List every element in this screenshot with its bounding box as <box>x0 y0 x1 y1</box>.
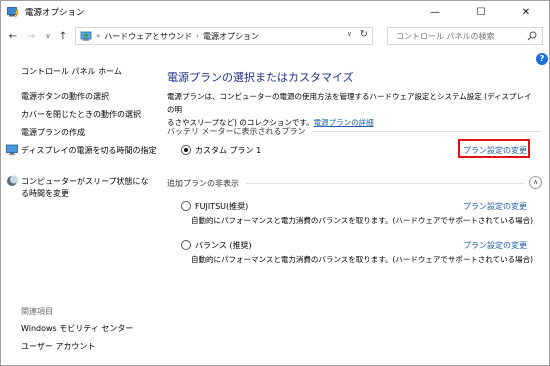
window-title: 電源オプション <box>25 8 85 18</box>
sidebar-item-power-button-action[interactable]: 電源ボタンの動作の選択 <box>21 91 109 102</box>
sidebar-item-display-off-time[interactable]: ディスプレイの電源を切る時間の指定 <box>21 145 156 156</box>
help-icon[interactable]: ? <box>536 53 548 65</box>
page-description: 電源プランは、コンピューターの電源の使用方法を管理するハードウェア設定とシステム… <box>167 90 539 129</box>
plan-description-balanced: 自動的にパフォーマンスと電力消費のバランスを取ります。(ハードウェアでサポートさ… <box>191 255 534 264</box>
title-bar: 電源オプション — ☐ ✕ <box>1 1 549 23</box>
plan-description-fujitsu: 自動的にパフォーマンスと電力消費のバランスを取ります。(ハードウェアでサポートさ… <box>191 216 534 225</box>
search-input[interactable] <box>396 31 526 41</box>
power-plan-details-link[interactable]: 電源プランの詳細 <box>314 118 374 127</box>
plan-radio-balanced[interactable] <box>181 240 191 250</box>
breadcrumb-separator[interactable]: › <box>196 32 199 40</box>
battery-meter-section-title: バッテリ メーターに表示されるプラン <box>167 127 306 136</box>
related-section-title: 関連項目 <box>21 307 53 316</box>
breadcrumb-overflow[interactable]: « <box>96 32 100 40</box>
power-options-icon <box>7 7 19 18</box>
recent-locations-chevron-icon[interactable]: ∨ <box>40 27 56 45</box>
maximize-button[interactable]: ☐ <box>458 1 504 23</box>
monitor-icon <box>6 144 18 156</box>
main-content: ? 電源プランの選択またはカスタマイズ 電源プランは、コンピューターの電源の使用… <box>151 49 549 365</box>
sidebar: コントロール パネル ホーム 電源ボタンの動作の選択 カバーを閉じたときの動作の… <box>1 49 156 365</box>
change-plan-settings-link-fujitsu[interactable]: プラン設定の変更 <box>463 201 527 212</box>
sidebar-item-user-accounts[interactable]: ユーザー アカウント <box>21 341 95 352</box>
battery-section-divider <box>311 131 541 132</box>
control-panel-icon <box>80 31 92 41</box>
page-title: 電源プランの選択またはカスタマイズ <box>167 71 354 84</box>
plan-radio-custom[interactable] <box>181 145 191 155</box>
description-line-1: 電源プランは、コンピューターの電源の使用方法を管理するハードウェア設定とシステム… <box>167 92 532 114</box>
plan-radio-fujitsu[interactable] <box>181 201 191 211</box>
back-arrow-icon[interactable]: ← <box>5 27 21 45</box>
search-icon[interactable] <box>527 31 537 41</box>
navigation-bar: ← → ∨ ↑ « ハードウェアとサウンド › 電源オプション ∨ ↻ <box>1 25 549 47</box>
plan-name-balanced: バランス (推奨) <box>195 241 252 250</box>
highlight-box <box>458 139 530 158</box>
sidebar-item-control-panel-home[interactable]: コントロール パネル ホーム <box>21 66 122 77</box>
sidebar-item-sleep-time[interactable]: コンピューターがスリープ状態にな <box>21 176 149 187</box>
close-button[interactable]: ✕ <box>503 1 549 23</box>
breadcrumb-hardware-sound[interactable]: ハードウェアとサウンド <box>104 31 192 42</box>
up-arrow-icon[interactable]: ↑ <box>55 27 71 45</box>
refresh-icon[interactable]: ↻ <box>360 29 368 40</box>
sidebar-item-sleep-time-line2[interactable]: る時間を変更 <box>21 188 69 199</box>
hidden-section-divider <box>246 183 524 184</box>
sidebar-item-mobility-center[interactable]: Windows モビリティ センター <box>21 323 133 334</box>
breadcrumb-power-options[interactable]: 電源オプション <box>203 31 259 42</box>
address-dropdown-chevron-icon[interactable]: ∨ <box>347 30 352 38</box>
plan-name-custom: カスタム プラン 1 <box>195 146 262 155</box>
moon-icon <box>7 175 18 186</box>
sidebar-item-create-power-plan[interactable]: 電源プランの作成 <box>21 127 85 138</box>
collapse-chevron-icon[interactable]: ∧ <box>529 176 542 189</box>
search-box[interactable] <box>387 27 543 45</box>
forward-arrow-icon[interactable]: → <box>23 27 39 45</box>
plan-name-fujitsu: FUJITSU(推奨) <box>195 202 249 211</box>
sidebar-item-lid-close-action[interactable]: カバーを閉じたときの動作の選択 <box>21 109 141 120</box>
power-options-window: 電源オプション — ☐ ✕ ← → ∨ ↑ « ハードウェアとサウンド › 電源… <box>0 0 550 366</box>
address-bar[interactable]: « ハードウェアとサウンド › 電源オプション ∨ ↻ <box>75 27 373 45</box>
minimize-button[interactable]: — <box>412 1 458 23</box>
change-plan-settings-link-balanced[interactable]: プラン設定の変更 <box>463 240 527 251</box>
hidden-plans-section-title: 追加プランの非表示 <box>167 179 239 188</box>
